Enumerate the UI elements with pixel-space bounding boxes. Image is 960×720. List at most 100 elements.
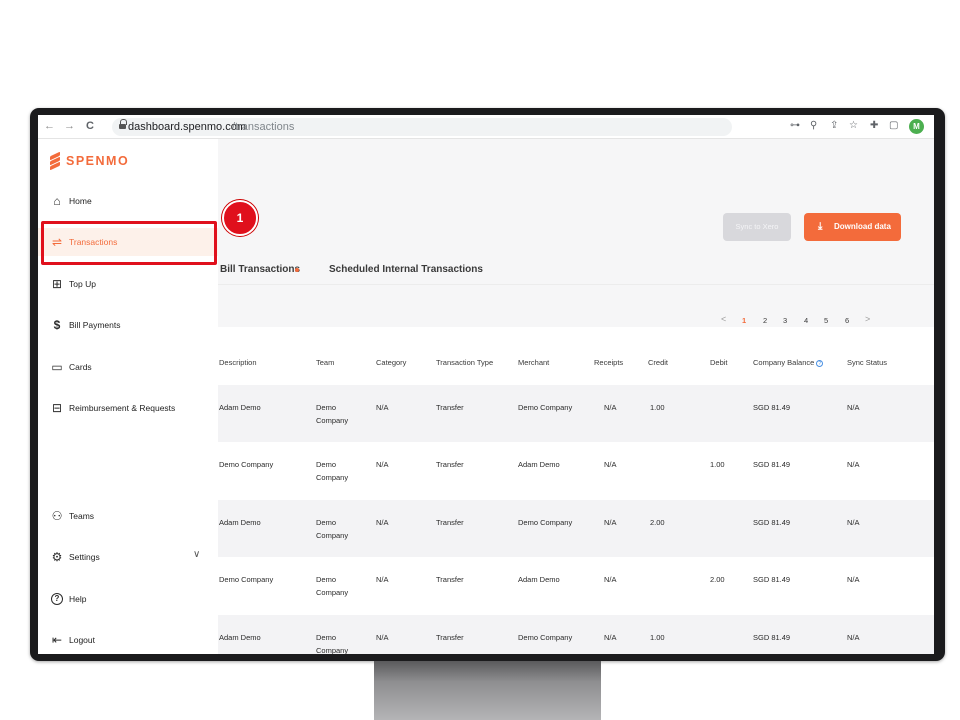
column-header-sync-status[interactable]: Sync Status <box>847 358 887 368</box>
column-header-debit[interactable]: Debit <box>710 358 728 368</box>
column-header-category[interactable]: Category <box>376 358 406 368</box>
cell-category: N/A <box>376 518 389 527</box>
cell-team: Demo Company <box>316 458 348 484</box>
help-icon: ? <box>51 593 63 605</box>
sidebar-item-label: Bill Payments <box>69 320 121 330</box>
sidebar-item-help[interactable]: ? Help <box>38 585 218 613</box>
sidebar-item-settings[interactable]: ⚙ Settings ∨ <box>38 543 218 571</box>
column-header-label: Company Balance <box>753 358 815 367</box>
column-header-team[interactable]: Team <box>316 358 334 368</box>
cell-description: Adam Demo <box>219 518 261 527</box>
sidebar-item-teams[interactable]: ⚇ Teams <box>38 502 218 530</box>
cell-sync-status: N/A <box>847 633 860 642</box>
address-bar[interactable]: dashboard.spenmo.com /transactions <box>112 118 732 136</box>
window-icon[interactable]: ▢ <box>889 120 898 132</box>
bookmark-star-icon[interactable]: ☆ <box>849 120 858 132</box>
brand-name: SPENMO <box>66 154 130 168</box>
sidebar-item-logout[interactable]: ⇤ Logout <box>38 626 218 654</box>
cell-merchant: Adam Demo <box>518 460 560 469</box>
cell-team-line: Demo <box>316 460 337 469</box>
lock-icon <box>119 119 127 130</box>
pagination-page-3[interactable]: 3 <box>783 316 787 326</box>
pagination-page-1[interactable]: 1 <box>742 316 746 326</box>
cell-company-balance: SGD 81.49 <box>753 633 791 642</box>
sidebar-item-label: Home <box>69 196 92 206</box>
cell-transaction-type: Transfer <box>436 460 464 469</box>
zoom-icon[interactable]: ⚲ <box>810 120 817 132</box>
settings-icon: ⚙ <box>51 550 63 564</box>
column-header-transaction-type[interactable]: Transaction Type <box>436 358 493 368</box>
cell-company-balance: SGD 81.49 <box>753 460 791 469</box>
step-highlight-box <box>41 221 217 265</box>
column-header-receipts[interactable]: Receipts <box>594 358 623 368</box>
pagination-page-2[interactable]: 2 <box>763 316 767 326</box>
cell-team: Demo Company <box>316 401 348 427</box>
table-row[interactable]: Adam Demo Demo Company N/A Transfer Demo … <box>218 500 934 557</box>
pagination-page-5[interactable]: 5 <box>824 316 828 326</box>
cell-team-line: Demo <box>316 403 337 412</box>
column-header-company-balance[interactable]: Company Balance? <box>753 358 824 368</box>
cell-merchant: Demo Company <box>518 403 573 412</box>
pagination-page-4[interactable]: 4 <box>804 316 808 326</box>
pagination-page-6[interactable]: 6 <box>845 316 849 326</box>
cell-receipts[interactable]: N/A <box>604 401 617 414</box>
sidebar-item-label: Help <box>69 594 87 604</box>
sidebar-item-home[interactable]: ⌂ Home <box>38 187 218 215</box>
cell-company-balance: SGD 81.49 <box>753 403 791 412</box>
pagination-next-icon[interactable]: > <box>865 314 870 324</box>
cell-transaction-type: Transfer <box>436 518 464 527</box>
cell-receipts[interactable]: N/A <box>604 458 617 471</box>
forward-arrow-icon[interactable]: → <box>64 119 75 133</box>
sidebar-item-top-up[interactable]: ⊞ Top Up <box>38 270 218 298</box>
table-row[interactable]: Demo Company Demo Company N/A Transfer Ad… <box>218 442 934 499</box>
cell-team-line: Demo <box>316 518 337 527</box>
cell-team: Demo Company <box>316 573 348 599</box>
info-icon[interactable]: ? <box>816 359 824 367</box>
cell-receipts[interactable]: N/A <box>604 516 617 529</box>
cell-description: Demo Company <box>219 575 274 584</box>
profile-avatar[interactable]: M <box>909 119 924 134</box>
tab-scheduled-internal-transactions[interactable]: Scheduled Internal Transactions <box>329 263 483 277</box>
sidebar-item-cards[interactable]: ▭ Cards <box>38 353 218 381</box>
column-header-merchant[interactable]: Merchant <box>518 358 549 368</box>
password-key-icon[interactable]: ⊶ <box>790 120 800 132</box>
cell-receipts[interactable]: N/A <box>604 573 617 586</box>
new-indicator-dot <box>295 268 299 272</box>
column-header-credit[interactable]: Credit <box>648 358 668 368</box>
download-data-button[interactable]: ⤓ Download data <box>804 213 901 241</box>
sidebar-item-label: Top Up <box>69 279 96 289</box>
sidebar: SPENMO ⌂ Home ⇌ Transactions ⊞ Top Up $ … <box>38 139 218 654</box>
cell-category: N/A <box>376 575 389 584</box>
chevron-down-icon[interactable]: ∨ <box>193 549 200 560</box>
sidebar-item-bill-payments[interactable]: $ Bill Payments <box>38 311 218 339</box>
cell-credit: 2.00 <box>650 518 665 527</box>
sidebar-item-label: Cards <box>69 362 92 372</box>
cell-sync-status: N/A <box>847 575 860 584</box>
extensions-icon[interactable]: ✚ <box>870 120 878 132</box>
cell-sync-status: N/A <box>847 403 860 412</box>
presentation-slide: ← → C dashboard.spenmo.com /transactions… <box>0 0 960 720</box>
column-header-description[interactable]: Description <box>219 358 257 368</box>
back-arrow-icon[interactable]: ← <box>44 119 55 133</box>
spenmo-logo-icon <box>50 151 60 171</box>
cell-merchant: Demo Company <box>518 518 573 527</box>
share-icon[interactable]: ⇪ <box>830 120 838 132</box>
sidebar-item-reimbursement[interactable]: ⊟ Reimbursement & Requests <box>38 394 218 422</box>
cell-team-line: Company <box>316 588 349 597</box>
cell-description: Adam Demo <box>219 633 261 642</box>
download-icon: ⤓ <box>818 221 823 232</box>
browser-toolbar: ← → C dashboard.spenmo.com /transactions… <box>38 115 934 139</box>
cell-transaction-type: Transfer <box>436 575 464 584</box>
table-row[interactable]: Adam Demo Demo Company N/A Transfer Demo … <box>218 385 934 442</box>
cell-description: Adam Demo <box>219 403 261 412</box>
cell-debit: 2.00 <box>710 575 725 584</box>
sync-to-xero-button[interactable]: Sync to Xero <box>723 213 791 241</box>
logout-icon: ⇤ <box>51 633 63 647</box>
reload-icon[interactable]: C <box>86 119 94 133</box>
tab-bill-transactions[interactable]: Bill Transactions <box>220 263 300 277</box>
home-icon: ⌂ <box>53 194 61 208</box>
table-row[interactable]: Adam Demo Demo Company N/A Transfer Demo … <box>218 615 934 654</box>
cell-receipts[interactable]: N/A <box>604 631 617 644</box>
table-row[interactable]: Demo Company Demo Company N/A Transfer Ad… <box>218 557 934 614</box>
pagination-prev-icon[interactable]: < <box>721 314 726 324</box>
